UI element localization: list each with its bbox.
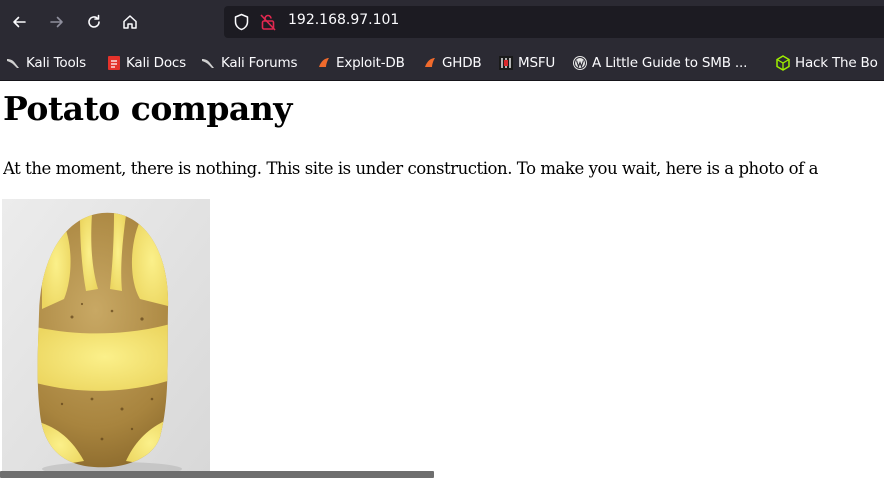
forward-arrow-icon [50, 16, 63, 28]
kali-docs-icon [106, 55, 122, 71]
horizontal-scrollbar[interactable] [0, 471, 434, 478]
potato-photo [2, 199, 210, 478]
bookmark-ghdb[interactable]: GHDB [422, 53, 482, 73]
wordpress-icon [572, 55, 588, 71]
browser-toolbar: 192.168.97.101 [0, 0, 884, 44]
exploit-db-icon [422, 55, 438, 71]
msfu-icon [498, 55, 514, 71]
bookmark-msfu[interactable]: MSFU [498, 53, 555, 73]
bookmark-kali-docs[interactable]: Kali Docs [106, 53, 186, 73]
reload-icon [88, 14, 100, 28]
bookmarks-bar: Kali Tools Kali Docs Kali Forums Exploit… [0, 44, 884, 81]
back-arrow-icon [13, 16, 26, 28]
bookmark-hackthebox[interactable]: Hack The Bo [775, 53, 878, 73]
url-text[interactable]: 192.168.97.101 [288, 12, 399, 28]
home-button[interactable] [116, 8, 144, 36]
kali-dragon-icon [6, 55, 22, 71]
bookmark-kali-forums[interactable]: Kali Forums [201, 53, 298, 73]
shield-icon[interactable] [233, 13, 250, 31]
page-heading: Potato company [3, 89, 292, 128]
bookmark-smb-guide[interactable]: A Little Guide to SMB ... [572, 53, 747, 73]
page-content: Potato company At the moment, there is n… [0, 82, 884, 478]
reload-button[interactable] [80, 8, 108, 36]
forward-button[interactable] [43, 8, 71, 36]
insecure-lock-icon[interactable] [260, 13, 276, 31]
bookmark-exploit-db[interactable]: Exploit-DB [316, 53, 405, 73]
bookmark-kali-tools[interactable]: Kali Tools [6, 53, 86, 73]
hackthebox-icon [775, 55, 791, 71]
page-paragraph: At the moment, there is nothing. This si… [3, 159, 819, 178]
url-bar[interactable]: 192.168.97.101 [224, 6, 884, 38]
back-button[interactable] [5, 8, 33, 36]
exploit-db-icon [316, 55, 332, 71]
kali-dragon-icon [201, 55, 217, 71]
home-icon [123, 15, 137, 29]
